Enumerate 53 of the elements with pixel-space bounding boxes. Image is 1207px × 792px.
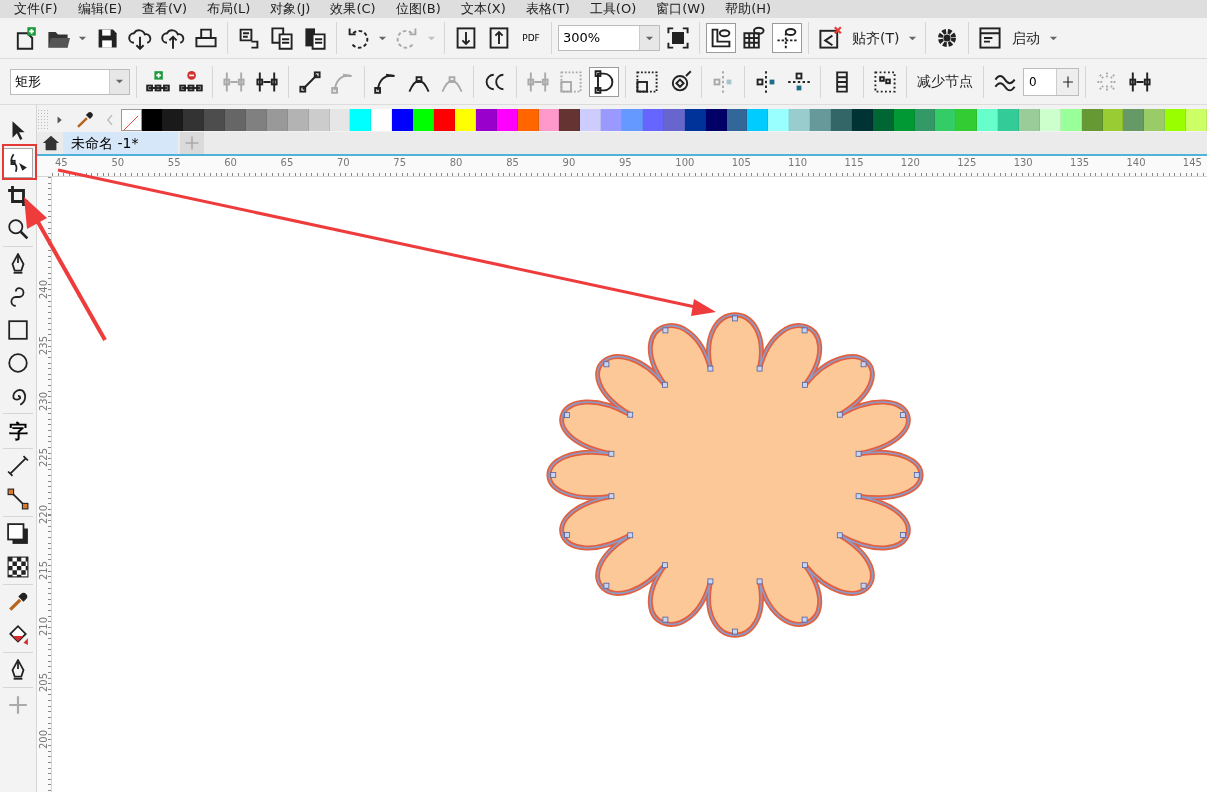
ruler-label: 125: [956, 156, 978, 170]
ruler-label: 110: [787, 156, 809, 170]
ruler-label: 145: [1181, 156, 1203, 170]
ruler-label: 210: [37, 617, 51, 637]
ruler-label: 225: [37, 448, 51, 468]
ruler-label: 70: [335, 156, 351, 170]
menu-item[interactable]: 文件(F): [6, 0, 70, 18]
ruler-label: 135: [1069, 156, 1091, 170]
menu-item[interactable]: 帮助(H): [717, 0, 784, 18]
menu-item[interactable]: 窗口(W): [648, 0, 718, 18]
ruler-label: 95: [617, 156, 633, 170]
ruler-label: 45: [54, 156, 69, 170]
toolbar-label[interactable]: 贴齐(T): [848, 27, 904, 49]
toolbar-label[interactable]: 减少节点: [913, 71, 977, 92]
combo-field[interactable]: 矩形: [11, 71, 109, 92]
ruler-label: 75: [392, 156, 408, 170]
ruler-label: 235: [37, 335, 51, 355]
ruler-label: 230: [37, 392, 51, 412]
ruler-label: 60: [223, 156, 238, 170]
menu-item[interactable]: 效果(C): [322, 0, 388, 18]
menu-item[interactable]: 查看(V): [134, 0, 200, 18]
ruler-label: 140: [1125, 156, 1147, 170]
menu-item[interactable]: 位图(B): [387, 0, 453, 18]
toolbar-label[interactable]: 启动: [1008, 27, 1045, 49]
ruler-label: 120: [899, 156, 921, 170]
ruler-label: 205: [37, 673, 51, 693]
ruler-label: 65: [279, 156, 295, 170]
menu-item[interactable]: 工具(O): [581, 0, 649, 18]
document-tab[interactable]: 未命名 -1*: [63, 132, 179, 154]
ruler-label: 50: [110, 156, 126, 170]
menu-item[interactable]: 对象(J): [262, 0, 323, 18]
menu-item[interactable]: 布局(L): [199, 0, 263, 18]
combo-box[interactable]: 矩形: [10, 68, 130, 95]
menu-item[interactable]: 编辑(E): [69, 0, 134, 18]
ruler-label: 55: [166, 156, 182, 170]
ruler-label: 115: [843, 156, 865, 170]
menu-item[interactable]: 表格(T): [517, 0, 582, 18]
ruler-label: 80: [448, 156, 464, 170]
ruler-label: 200: [37, 729, 51, 749]
ruler-label: 100: [674, 156, 696, 170]
spin-box[interactable]: 0: [1023, 67, 1079, 96]
ruler-label: 220: [37, 504, 51, 524]
ruler-label: 240: [37, 279, 51, 299]
ruler-label: 105: [730, 156, 752, 170]
combo-field[interactable]: 300%: [559, 28, 639, 48]
tool-button[interactable]: 字: [3, 416, 33, 446]
combo-box[interactable]: 300%: [558, 25, 660, 51]
ruler-label: 90: [561, 156, 577, 170]
pdf-button[interactable]: PDF: [517, 23, 545, 53]
ruler-label: 85: [505, 156, 520, 170]
ruler-label: 130: [1012, 156, 1034, 170]
menu-item[interactable]: 文本(X): [452, 0, 518, 18]
ruler-label: 215: [37, 560, 51, 580]
